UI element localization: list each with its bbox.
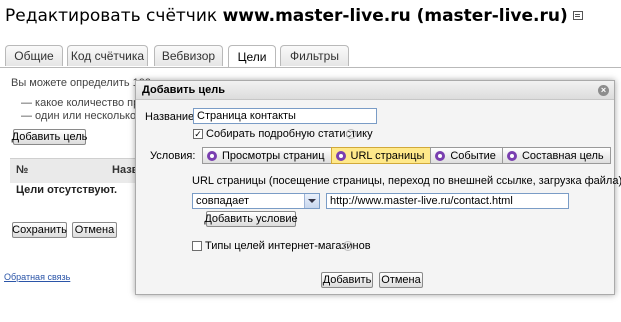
url-caption: URL страницы (посещение страницы, перехо… — [192, 175, 621, 187]
table-header-number: № — [16, 164, 29, 176]
tab-goals[interactable]: Цели — [228, 45, 276, 67]
condition-url[interactable]: URL страницы — [330, 147, 432, 164]
goals-table-header: № Назв — [10, 158, 140, 183]
match-type-select[interactable]: совпадает — [192, 193, 320, 209]
conditions-label: Условия: — [150, 150, 196, 162]
cancel-button[interactable]: Отмена — [72, 222, 117, 238]
condition-composite[interactable]: Составная цель — [501, 147, 611, 164]
condition-label: Составная цель — [521, 149, 604, 162]
feedback-link[interactable]: Обратная связь — [4, 272, 70, 282]
match-type-value: совпадает — [196, 195, 249, 207]
tab-filters[interactable]: Фильтры — [280, 45, 349, 66]
empty-goals-text: Цели отсутствуют. — [16, 184, 118, 196]
add-goal-submit-button[interactable]: Добавить — [321, 272, 373, 288]
add-goal-button[interactable]: Добавить цель — [12, 129, 87, 145]
goal-name-input[interactable]: Страница контакты — [193, 108, 377, 124]
dialog-cancel-button[interactable]: Отмена — [379, 272, 423, 288]
condition-label: Событие — [450, 149, 496, 162]
condition-label: Просмотры страниц — [222, 149, 325, 162]
composite-icon — [506, 150, 517, 161]
condition-label: URL страницы — [350, 149, 425, 162]
tab-webvisor[interactable]: Вебвизор — [154, 45, 223, 66]
condition-event[interactable]: Событие — [430, 147, 503, 164]
tab-general[interactable]: Общие — [5, 45, 63, 66]
external-window-icon[interactable] — [572, 11, 583, 20]
url-input[interactable]: http://www.master-live.ru/contact.html — [326, 193, 569, 209]
close-icon[interactable]: × — [598, 85, 609, 96]
chevron-down-icon[interactable] — [304, 194, 319, 208]
add-goal-dialog: Добавить цель × Название: Страница конта… — [135, 80, 621, 295]
ecommerce-checkbox[interactable] — [192, 241, 202, 251]
collect-stats-checkbox[interactable]: ✓ — [193, 129, 203, 139]
help-icon[interactable]: ? — [343, 241, 353, 251]
page-title-site: www.master-live.ru (master-live.ru) — [222, 6, 568, 26]
dialog-title: Добавить цель — [142, 84, 225, 96]
help-icon[interactable]: ? — [346, 129, 356, 139]
goal-name-label: Название: — [145, 111, 198, 123]
page-views-icon — [207, 150, 217, 161]
condition-page-views[interactable]: Просмотры страниц — [202, 147, 332, 164]
event-icon — [435, 150, 446, 161]
page-title: Редактировать счётчик www.master-live.ru… — [5, 6, 583, 26]
save-button[interactable]: Сохранить — [12, 222, 67, 238]
tab-divider — [0, 67, 621, 68]
add-condition-button[interactable]: Добавить условие — [204, 211, 298, 227]
condition-type-group: Просмотры страниц URL страницы Событие С… — [202, 147, 611, 164]
dialog-header: Добавить цель × — [136, 81, 614, 100]
page-title-prefix: Редактировать счётчик — [5, 6, 223, 26]
tab-counter-code[interactable]: Код счётчика — [67, 45, 148, 66]
url-icon — [335, 150, 346, 161]
